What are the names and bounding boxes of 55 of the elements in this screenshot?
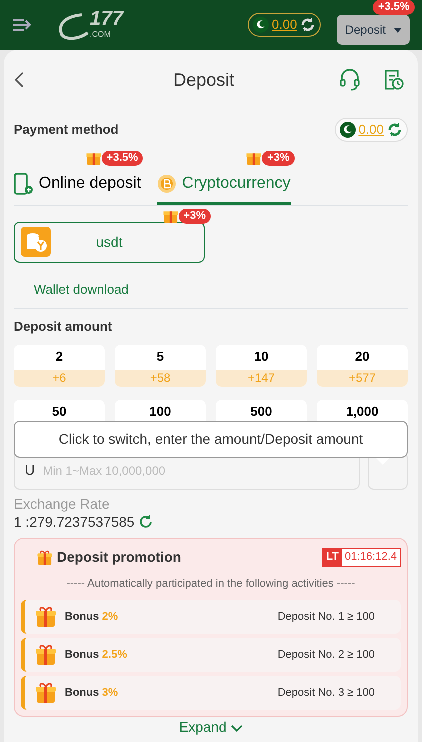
- amount-option[interactable]: 2 +6: [14, 344, 105, 386]
- countdown-badge: LT 01:16:12.4: [322, 548, 401, 567]
- expand-link[interactable]: Expand: [179, 719, 227, 736]
- tooltip: Click to switch, enter the amount/Deposit amount: [14, 420, 408, 458]
- gift-icon: [37, 550, 53, 566]
- gift-icon: [35, 682, 57, 704]
- gift-icon: [35, 644, 57, 666]
- payment-tab[interactable]: Online deposit: [14, 172, 142, 204]
- amount-input[interactable]: Min 1~Max 10,000,000: [41, 460, 349, 480]
- channel-option[interactable]: usdt: [14, 222, 205, 262]
- amount-option[interactable]: 10 +147: [216, 344, 307, 386]
- amount-option[interactable]: 5 +58: [115, 344, 206, 386]
- coin-icon: [157, 174, 178, 194]
- section-title: Deposit amount: [14, 318, 112, 336]
- chevron-down-icon[interactable]: [230, 724, 243, 733]
- section-title: Payment method: [14, 121, 119, 139]
- refresh-icon[interactable]: [300, 17, 316, 33]
- deposit-condition: Deposit No. 2 ≥ 100: [278, 648, 375, 664]
- coins-icon: [21, 227, 51, 257]
- bonus-badge: +3%: [262, 150, 295, 166]
- caret-icon: [394, 28, 402, 32]
- balance-amount: 0.00: [272, 16, 298, 34]
- amount-option[interactable]: 20 +577: [317, 344, 408, 386]
- promotion-title: Deposit promotion: [57, 548, 182, 567]
- refresh-icon[interactable]: [387, 122, 403, 138]
- menu-icon[interactable]: [12, 18, 32, 32]
- bonus-label: Bonus 2%: [65, 610, 118, 626]
- deposit-condition: Deposit No. 1 ≥ 100: [278, 610, 375, 626]
- back-icon[interactable]: [14, 72, 24, 88]
- history-icon[interactable]: [384, 69, 404, 91]
- flag-icon: [253, 17, 269, 33]
- balance-amount: 0.00: [358, 121, 384, 139]
- deposit-condition: Deposit No. 3 ≥ 100: [278, 686, 375, 702]
- logo-text: .COM: [90, 29, 112, 41]
- logo-text: 177: [90, 9, 124, 29]
- tooltip-pointer: [376, 458, 390, 466]
- currency-prefix: U: [25, 461, 36, 480]
- payment-tab[interactable]: Cryptocurrency: [157, 172, 291, 204]
- bonus-badge: +3%: [178, 208, 211, 224]
- channel-label: usdt: [95, 232, 124, 252]
- deposit-button[interactable]: Deposit: [337, 15, 410, 45]
- flag-icon: [340, 122, 356, 138]
- bonus-label: Bonus 2.5%: [65, 648, 128, 664]
- gift-icon: [35, 606, 57, 628]
- phone-icon: [14, 172, 34, 194]
- wallet-download-link[interactable]: Wallet download: [34, 282, 129, 296]
- promotion-subtitle: ----- Automatically participated in the following activities -----: [66, 576, 356, 592]
- exchange-rate: 1 :279.7237537585: [14, 514, 135, 530]
- headset-icon[interactable]: [340, 69, 360, 91]
- bonus-badge: +3.5%: [102, 150, 144, 166]
- bonus-badge: +3.5%: [373, 0, 415, 15]
- exchange-label: Exchange Rate: [14, 494, 111, 514]
- bonus-label: Bonus 3%: [65, 686, 118, 702]
- refresh-icon[interactable]: [138, 515, 153, 530]
- page-title: Deposit: [172, 68, 236, 92]
